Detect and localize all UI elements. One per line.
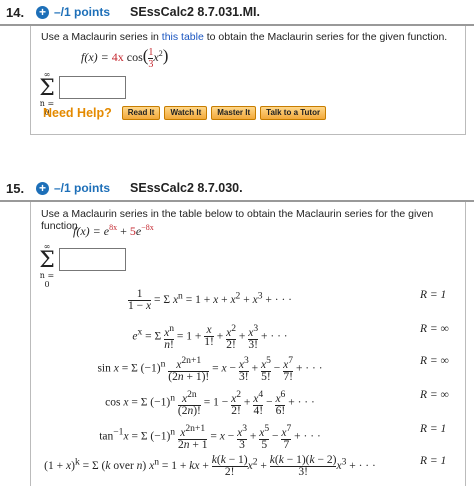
- plus-icon[interactable]: +: [36, 5, 49, 19]
- series-formula: cos x = Σ (−1)n x2n (2n)! = 1 − x2 2! + x4…: [105, 389, 315, 417]
- question-number: 15.: [6, 180, 25, 196]
- series-formula: 11 − x = Σ xn = 1 + x + x2 + x3 + · · ·: [128, 288, 292, 312]
- radius-label: R = ∞: [420, 355, 449, 367]
- radius-label: R = ∞: [420, 323, 449, 335]
- question-14-header: 14. + –/1 points SEssCalc2 8.7.031.MI.: [0, 0, 474, 26]
- summation-symbol: ∞ Σ n = 0: [39, 242, 55, 289]
- function-expression: f(x) = e8x + 5e−8x: [73, 223, 154, 238]
- master-it-button[interactable]: Master It: [211, 106, 257, 120]
- need-help-bar: Need Help? Read It Watch It Master It Ta…: [43, 106, 330, 120]
- radius-label: R = ∞: [420, 389, 449, 401]
- question-15-header: 15. + –/1 points SEssCalc2 8.7.030.: [0, 176, 474, 202]
- read-it-button[interactable]: Read It: [121, 106, 161, 120]
- series-formula: tan−1x = Σ (−1)n x2n+1 2n + 1 = x − x3 3 +…: [99, 423, 321, 451]
- talk-to-tutor-button[interactable]: Talk to a Tutor: [260, 106, 327, 120]
- series-formula: sin x = Σ (−1)n x2n+1 (2n + 1)! = x − x3 3…: [97, 355, 323, 383]
- question-prompt: Use a Maclaurin series in this table to …: [41, 31, 448, 43]
- series-formula: ex = Σ xn n! = 1 + x 1! + x2 2! + x3 3! + · …: [132, 323, 288, 351]
- question-number: 14.: [6, 4, 25, 20]
- answer-input[interactable]: [59, 248, 126, 271]
- radius-label: R = 1: [420, 455, 447, 467]
- question-id: SEssCalc2 8.7.031.MI.: [130, 5, 260, 19]
- radius-label: R = 1: [420, 289, 447, 301]
- series-formula: (1 + x)k = Σ (k over n) xn = 1 + kx + k(…: [44, 454, 376, 478]
- answer-input[interactable]: [59, 76, 126, 99]
- question-14-body: Use a Maclaurin series in this table to …: [30, 26, 466, 135]
- question-id: SEssCalc2 8.7.030.: [130, 181, 243, 195]
- table-link[interactable]: this table: [162, 31, 204, 43]
- function-expression: f(x) = 4x cos(1 3 x2): [81, 46, 169, 70]
- points-label: –/1 points: [54, 181, 111, 195]
- plus-icon[interactable]: +: [36, 181, 49, 195]
- watch-it-button[interactable]: Watch It: [164, 106, 208, 120]
- maclaurin-table: 11 − x = Σ xn = 1 + x + x2 + x3 + · · · …: [30, 287, 466, 485]
- need-help-label: Need Help?: [43, 106, 112, 120]
- points-label: –/1 points: [54, 5, 111, 19]
- radius-label: R = 1: [420, 423, 447, 435]
